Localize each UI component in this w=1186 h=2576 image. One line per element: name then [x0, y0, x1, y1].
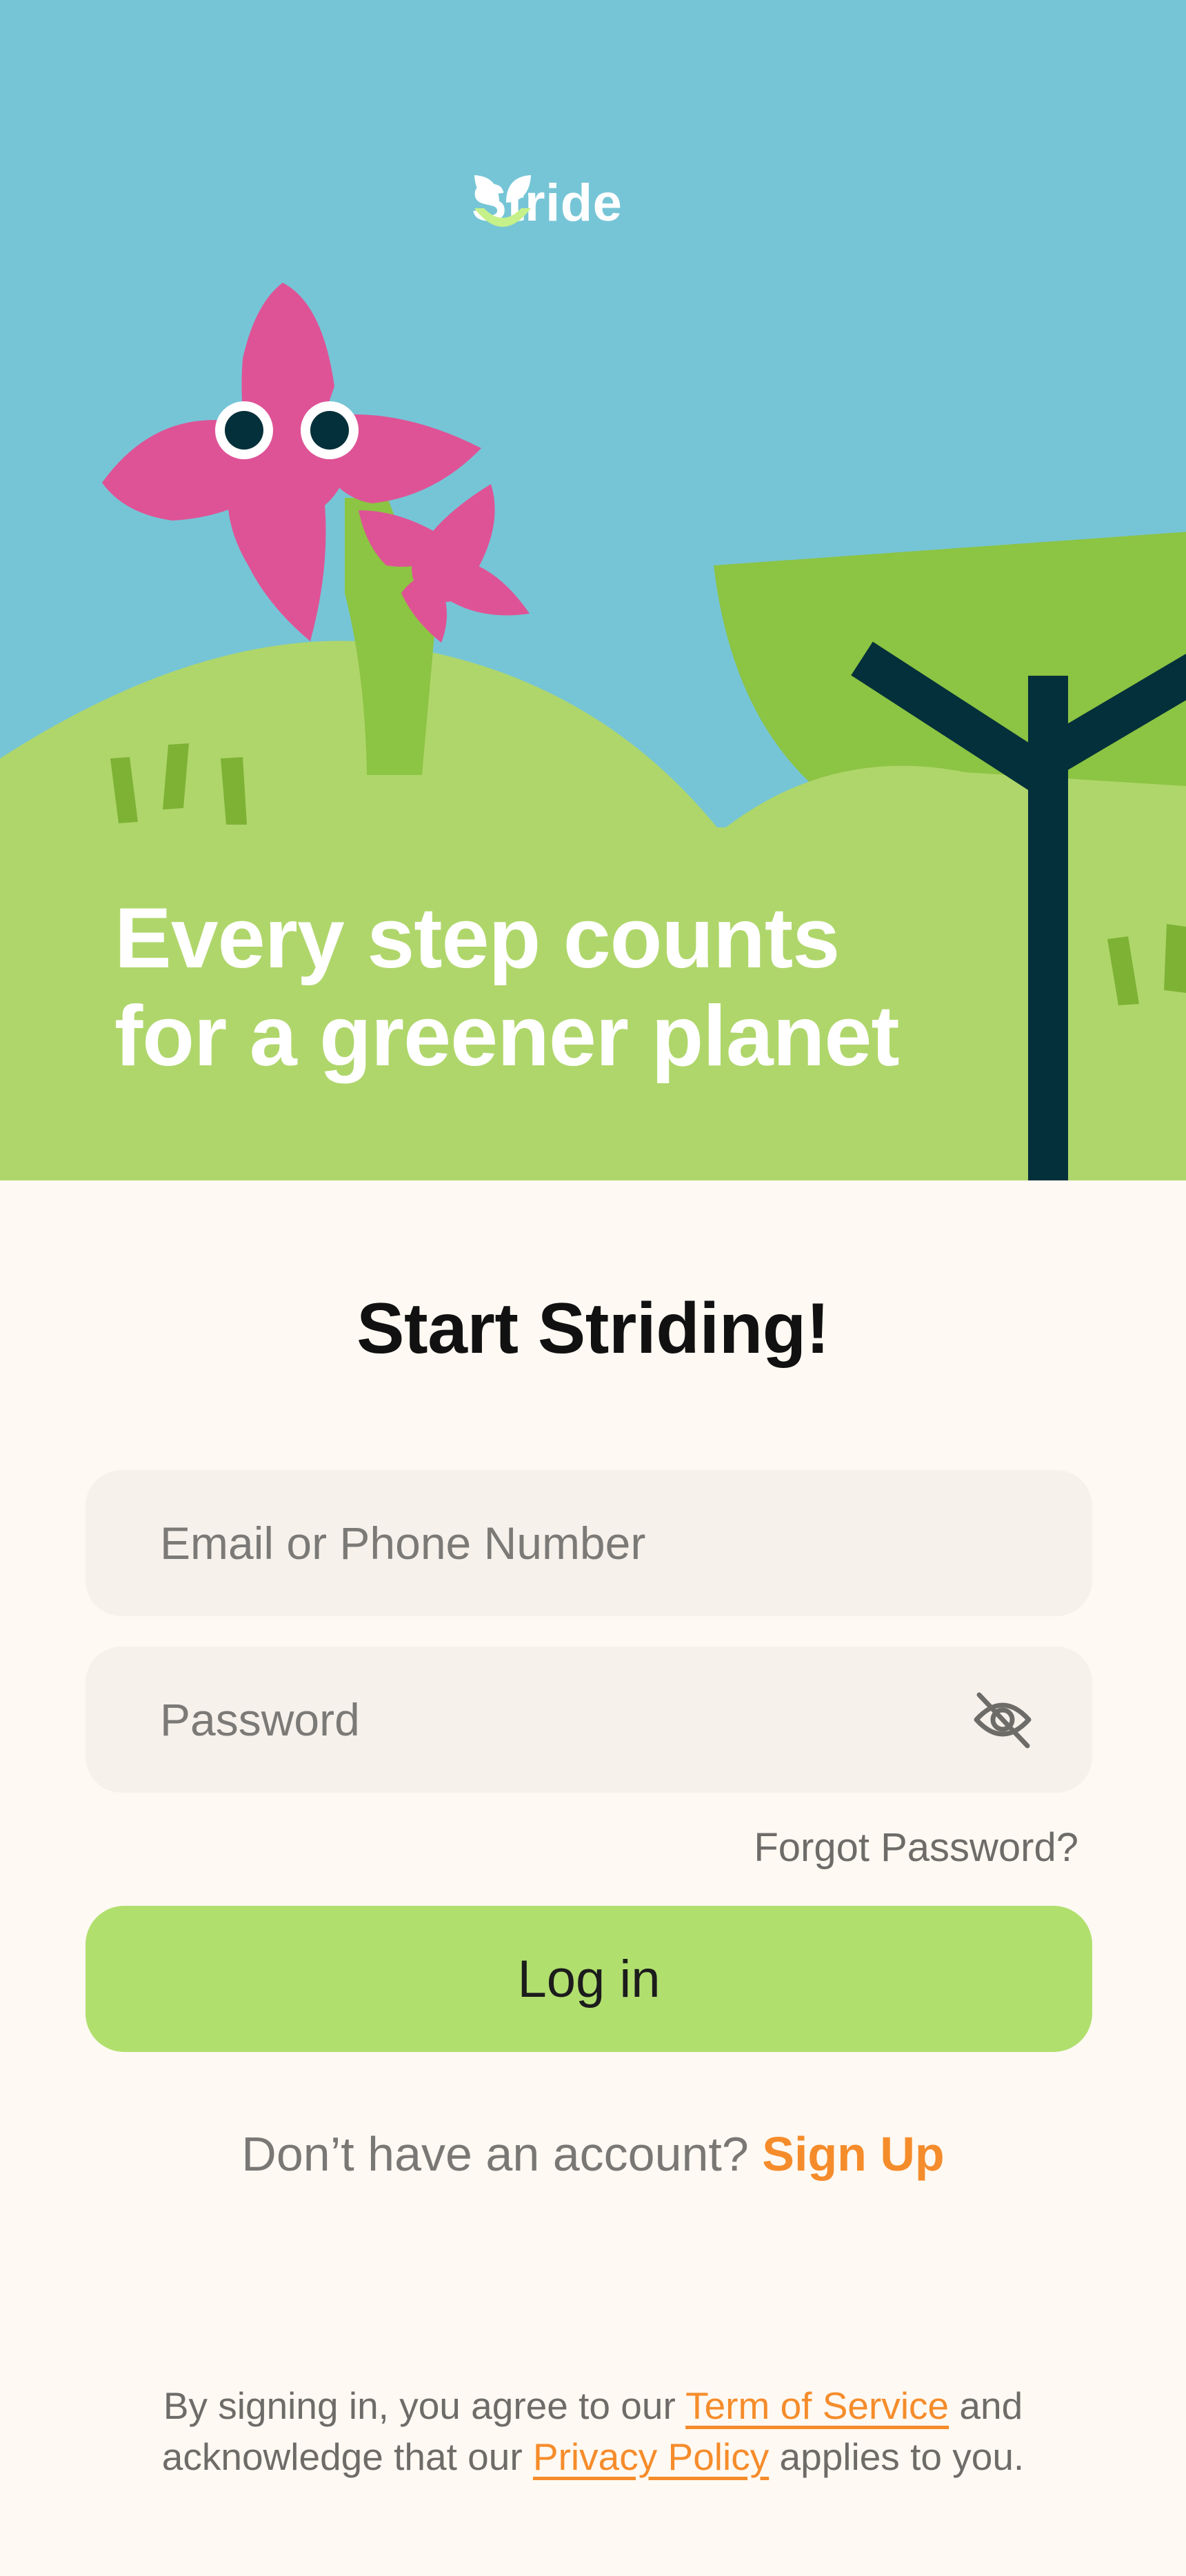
hero-tagline: Every step counts for a greener planet — [114, 889, 1011, 1085]
legal-text-4: applies to you. — [779, 2435, 1025, 2478]
hero-illustration: Stride Every step counts for a greener p… — [0, 0, 1186, 1180]
sign-up-link[interactable]: Sign Up — [762, 2127, 944, 2181]
leaf-smile-icon — [474, 175, 531, 227]
legal-text-1: By signing in, you agree to our — [163, 2384, 676, 2427]
brand-logo: Stride — [472, 171, 622, 234]
login-button[interactable]: Log in — [86, 1906, 1092, 2052]
legal-text-2: and — [959, 2384, 1023, 2427]
legal-notice: By signing in, you agree to our Term of … — [0, 2380, 1186, 2482]
tagline-line-2: for a greener planet — [114, 989, 900, 1084]
privacy-policy-link[interactable]: Privacy Policy — [533, 2435, 769, 2478]
email-field[interactable] — [159, 1516, 920, 1570]
eye-off-icon[interactable] — [969, 1687, 1036, 1753]
password-field[interactable] — [159, 1693, 920, 1747]
password-field-container[interactable] — [86, 1647, 1092, 1793]
signup-prompt-line: Don’t have an account? Sign Up — [0, 2126, 1186, 2182]
page-title: Start Striding! — [356, 1289, 830, 1369]
legal-line-2: acknowledge that our Privacy Policy appl… — [0, 2431, 1186, 2482]
signup-prompt: Don’t have an account? — [241, 2127, 749, 2181]
email-field-container[interactable] — [86, 1470, 1092, 1616]
terms-of-service-link[interactable]: Term of Service — [685, 2384, 949, 2427]
legal-line-1: By signing in, you agree to our Term of … — [0, 2380, 1186, 2431]
tagline-line-1: Every step counts — [114, 891, 840, 986]
legal-text-3: acknowledge that our — [161, 2435, 523, 2478]
forgot-password-link[interactable]: Forgot Password? — [754, 1824, 1078, 1871]
